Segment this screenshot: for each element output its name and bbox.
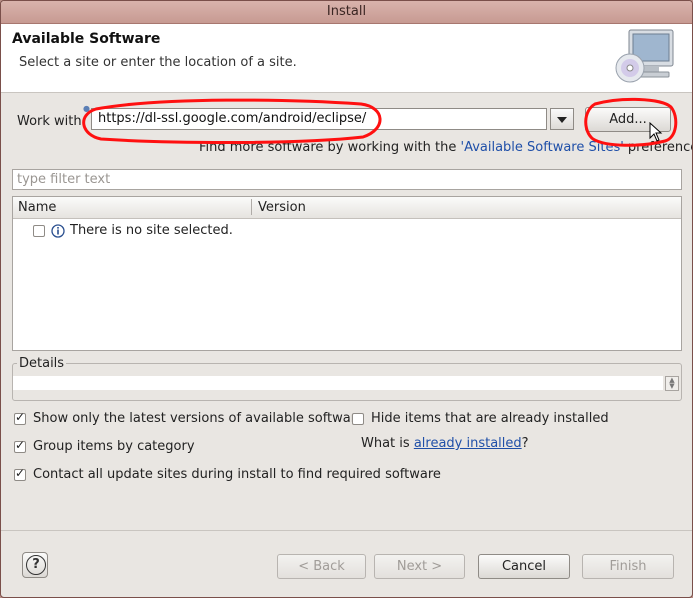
details-text[interactable] <box>13 376 663 390</box>
already-installed-link[interactable]: already installed <box>414 436 522 451</box>
help-button[interactable]: ? <box>22 552 48 578</box>
column-separator[interactable] <box>251 199 252 215</box>
work-with-dropdown-button[interactable] <box>550 108 574 130</box>
page-subtitle: Select a site or enter the location of a… <box>19 55 297 70</box>
column-name[interactable]: Name <box>18 200 56 215</box>
page-title: Available Software <box>12 31 161 47</box>
latest-versions-label[interactable]: Show only the latest versions of availab… <box>33 411 364 426</box>
group-category-label[interactable]: Group items by category <box>33 439 195 454</box>
filter-input[interactable]: type filter text <box>12 169 682 190</box>
group-category-checkbox[interactable] <box>14 438 26 453</box>
info-icon <box>51 224 65 238</box>
column-version[interactable]: Version <box>258 200 306 215</box>
find-more-text: Find more software by working with the '… <box>199 140 692 155</box>
install-dialog: Install Available Software Select a site… <box>0 0 693 598</box>
what-is-prefix: What is <box>361 436 414 451</box>
row-checkbox[interactable] <box>33 225 45 237</box>
back-button[interactable]: < Back <box>277 554 366 579</box>
contact-sites-checkbox[interactable] <box>14 466 26 481</box>
details-label: Details <box>17 356 67 371</box>
work-with-input[interactable]: https://dl-ssl.google.com/android/eclips… <box>91 108 547 130</box>
latest-versions-checkbox[interactable] <box>14 410 26 425</box>
find-more-prefix: Find more software by working with the <box>199 140 461 155</box>
cancel-button[interactable]: Cancel <box>478 554 570 579</box>
what-is-installed-text: What is already installed? <box>361 436 529 451</box>
hide-installed-label[interactable]: Hide items that are already installed <box>371 411 609 426</box>
next-button[interactable]: Next > <box>374 554 465 579</box>
available-software-sites-link[interactable]: 'Available Software Sites' <box>461 140 624 155</box>
software-tree[interactable]: Name Version There is no site selected. <box>12 196 682 351</box>
info-decoration-icon: ● <box>83 104 90 113</box>
chevron-down-icon <box>557 117 567 123</box>
finish-button[interactable]: Finish <box>582 554 674 579</box>
window-title: Install <box>1 1 692 24</box>
tree-header: Name Version <box>13 197 681 219</box>
work-with-label: Work with: <box>17 114 87 129</box>
details-scroll-arrows[interactable]: ▲ ▼ <box>665 376 679 391</box>
no-site-text: There is no site selected. <box>70 223 233 238</box>
footer-separator <box>1 530 692 531</box>
what-is-suffix: ? <box>521 436 529 451</box>
mouse-cursor-icon <box>649 122 663 142</box>
wizard-header: Available Software Select a site or ente… <box>1 24 692 93</box>
monitor-cd-icon <box>615 29 674 83</box>
hide-installed-checkbox[interactable] <box>352 413 364 425</box>
help-icon: ? <box>26 555 46 575</box>
contact-sites-label[interactable]: Contact all update sites during install … <box>33 467 441 482</box>
